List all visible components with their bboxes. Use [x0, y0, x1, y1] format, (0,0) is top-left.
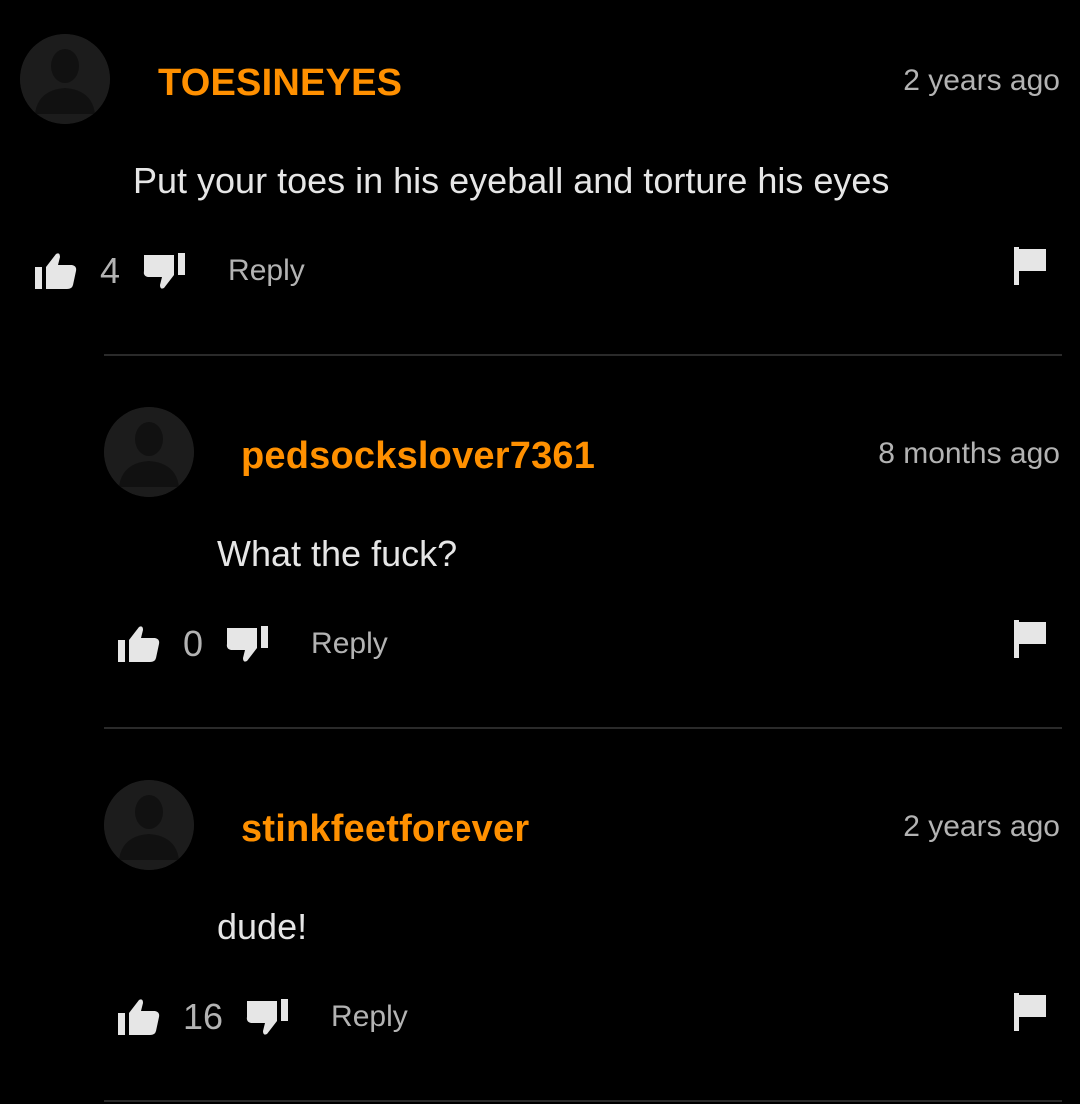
comment-text: What the fuck? — [217, 533, 458, 574]
default-user-avatar-icon — [104, 407, 194, 497]
comment-item: TOESINEYES 2 years ago Put your toes in … — [0, 0, 1080, 330]
avatar[interactable] — [104, 780, 194, 870]
thumbs-up-icon[interactable] — [34, 251, 78, 291]
comment-divider — [104, 727, 1062, 729]
comment-text: dude! — [217, 906, 308, 947]
flag-icon[interactable] — [1014, 247, 1048, 290]
default-user-avatar-icon — [20, 34, 110, 124]
reply-button[interactable]: Reply — [228, 254, 305, 288]
comment-text: Put your toes in his eyeball and torture… — [133, 160, 890, 201]
vote-count: 4 — [100, 250, 121, 291]
thumbs-up-icon[interactable] — [117, 997, 161, 1037]
avatar[interactable] — [104, 407, 194, 497]
vote-count: 0 — [183, 623, 204, 664]
comment-actions: 0 Reply — [117, 619, 388, 669]
avatar[interactable] — [20, 34, 110, 124]
default-user-avatar-icon — [104, 780, 194, 870]
vote-count: 16 — [183, 996, 224, 1037]
comment-username[interactable]: TOESINEYES — [158, 62, 402, 105]
comment-username[interactable]: stinkfeetforever — [241, 808, 529, 851]
comment-timestamp: 2 years ago — [903, 64, 1060, 97]
comment-item: stinkfeetforever 2 years ago dude! 16 Re… — [0, 746, 1080, 1076]
comment-divider — [104, 1100, 1062, 1102]
thumbs-up-icon[interactable] — [117, 624, 161, 664]
comment-actions: 4 Reply — [34, 246, 305, 296]
reply-button[interactable]: Reply — [311, 627, 388, 661]
reply-button[interactable]: Reply — [331, 1000, 408, 1034]
comment-divider — [104, 354, 1062, 356]
flag-icon[interactable] — [1014, 993, 1048, 1036]
comment-item: pedsockslover7361 8 months ago What the … — [0, 373, 1080, 703]
comment-timestamp: 2 years ago — [903, 810, 1060, 843]
comment-actions: 16 Reply — [117, 992, 408, 1042]
comment-username[interactable]: pedsockslover7361 — [241, 435, 595, 478]
thumbs-down-icon[interactable] — [245, 997, 289, 1037]
thumbs-down-icon[interactable] — [142, 251, 186, 291]
thumbs-down-icon[interactable] — [225, 624, 269, 664]
flag-icon[interactable] — [1014, 620, 1048, 663]
comment-timestamp: 8 months ago — [878, 437, 1060, 470]
